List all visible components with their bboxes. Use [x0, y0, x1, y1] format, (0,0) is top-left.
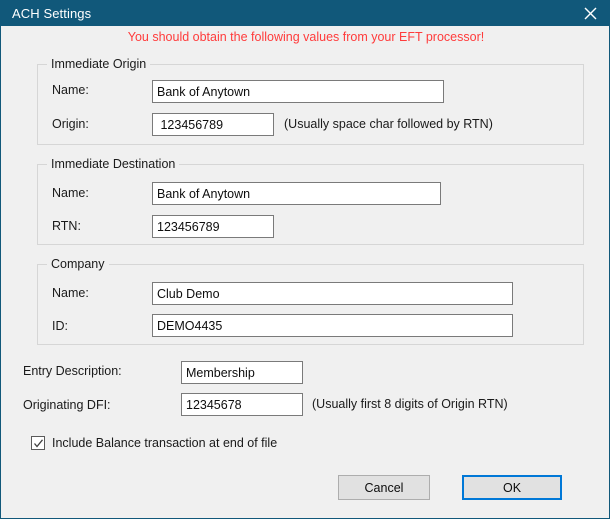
company-name-label: Name:: [52, 285, 89, 301]
close-button[interactable]: [569, 0, 610, 26]
immediate-destination-rtn-input[interactable]: [152, 215, 274, 238]
immediate-destination-name-label: Name:: [52, 185, 89, 201]
include-balance-transaction-row[interactable]: Include Balance transaction at end of fi…: [31, 434, 277, 452]
cancel-button[interactable]: Cancel: [338, 475, 430, 500]
warning-message: You should obtain the following values f…: [1, 30, 610, 44]
immediate-origin-origin-hint: (Usually space char followed by RTN): [284, 116, 493, 132]
group-company-title: Company: [47, 257, 109, 271]
check-icon: [33, 438, 44, 449]
entry-description-label: Entry Description:: [23, 363, 122, 379]
title-bar: ACH Settings: [1, 0, 610, 26]
immediate-origin-origin-label: Origin:: [52, 116, 89, 132]
group-immediate-destination-title: Immediate Destination: [47, 157, 179, 171]
group-immediate-origin-title: Immediate Origin: [47, 57, 150, 71]
originating-dfi-label: Originating DFI:: [23, 397, 111, 413]
originating-dfi-input[interactable]: [181, 393, 303, 416]
close-icon: [584, 7, 597, 20]
immediate-origin-name-label: Name:: [52, 82, 89, 98]
ok-button[interactable]: OK: [462, 475, 562, 500]
include-balance-transaction-label: Include Balance transaction at end of fi…: [52, 436, 277, 450]
immediate-origin-name-input[interactable]: [152, 80, 444, 103]
originating-dfi-hint: (Usually first 8 digits of Origin RTN): [312, 396, 508, 412]
window-title: ACH Settings: [1, 6, 91, 21]
company-name-input[interactable]: [152, 282, 513, 305]
immediate-destination-name-input[interactable]: [152, 182, 441, 205]
immediate-destination-rtn-label: RTN:: [52, 218, 81, 234]
company-id-input[interactable]: [152, 314, 513, 337]
group-immediate-origin: Immediate Origin: [37, 64, 584, 145]
ach-settings-dialog: ACH Settings You should obtain the follo…: [0, 0, 610, 519]
include-balance-transaction-checkbox[interactable]: [31, 436, 45, 450]
entry-description-input[interactable]: [181, 361, 303, 384]
immediate-origin-origin-input[interactable]: [152, 113, 274, 136]
company-id-label: ID:: [52, 318, 68, 334]
